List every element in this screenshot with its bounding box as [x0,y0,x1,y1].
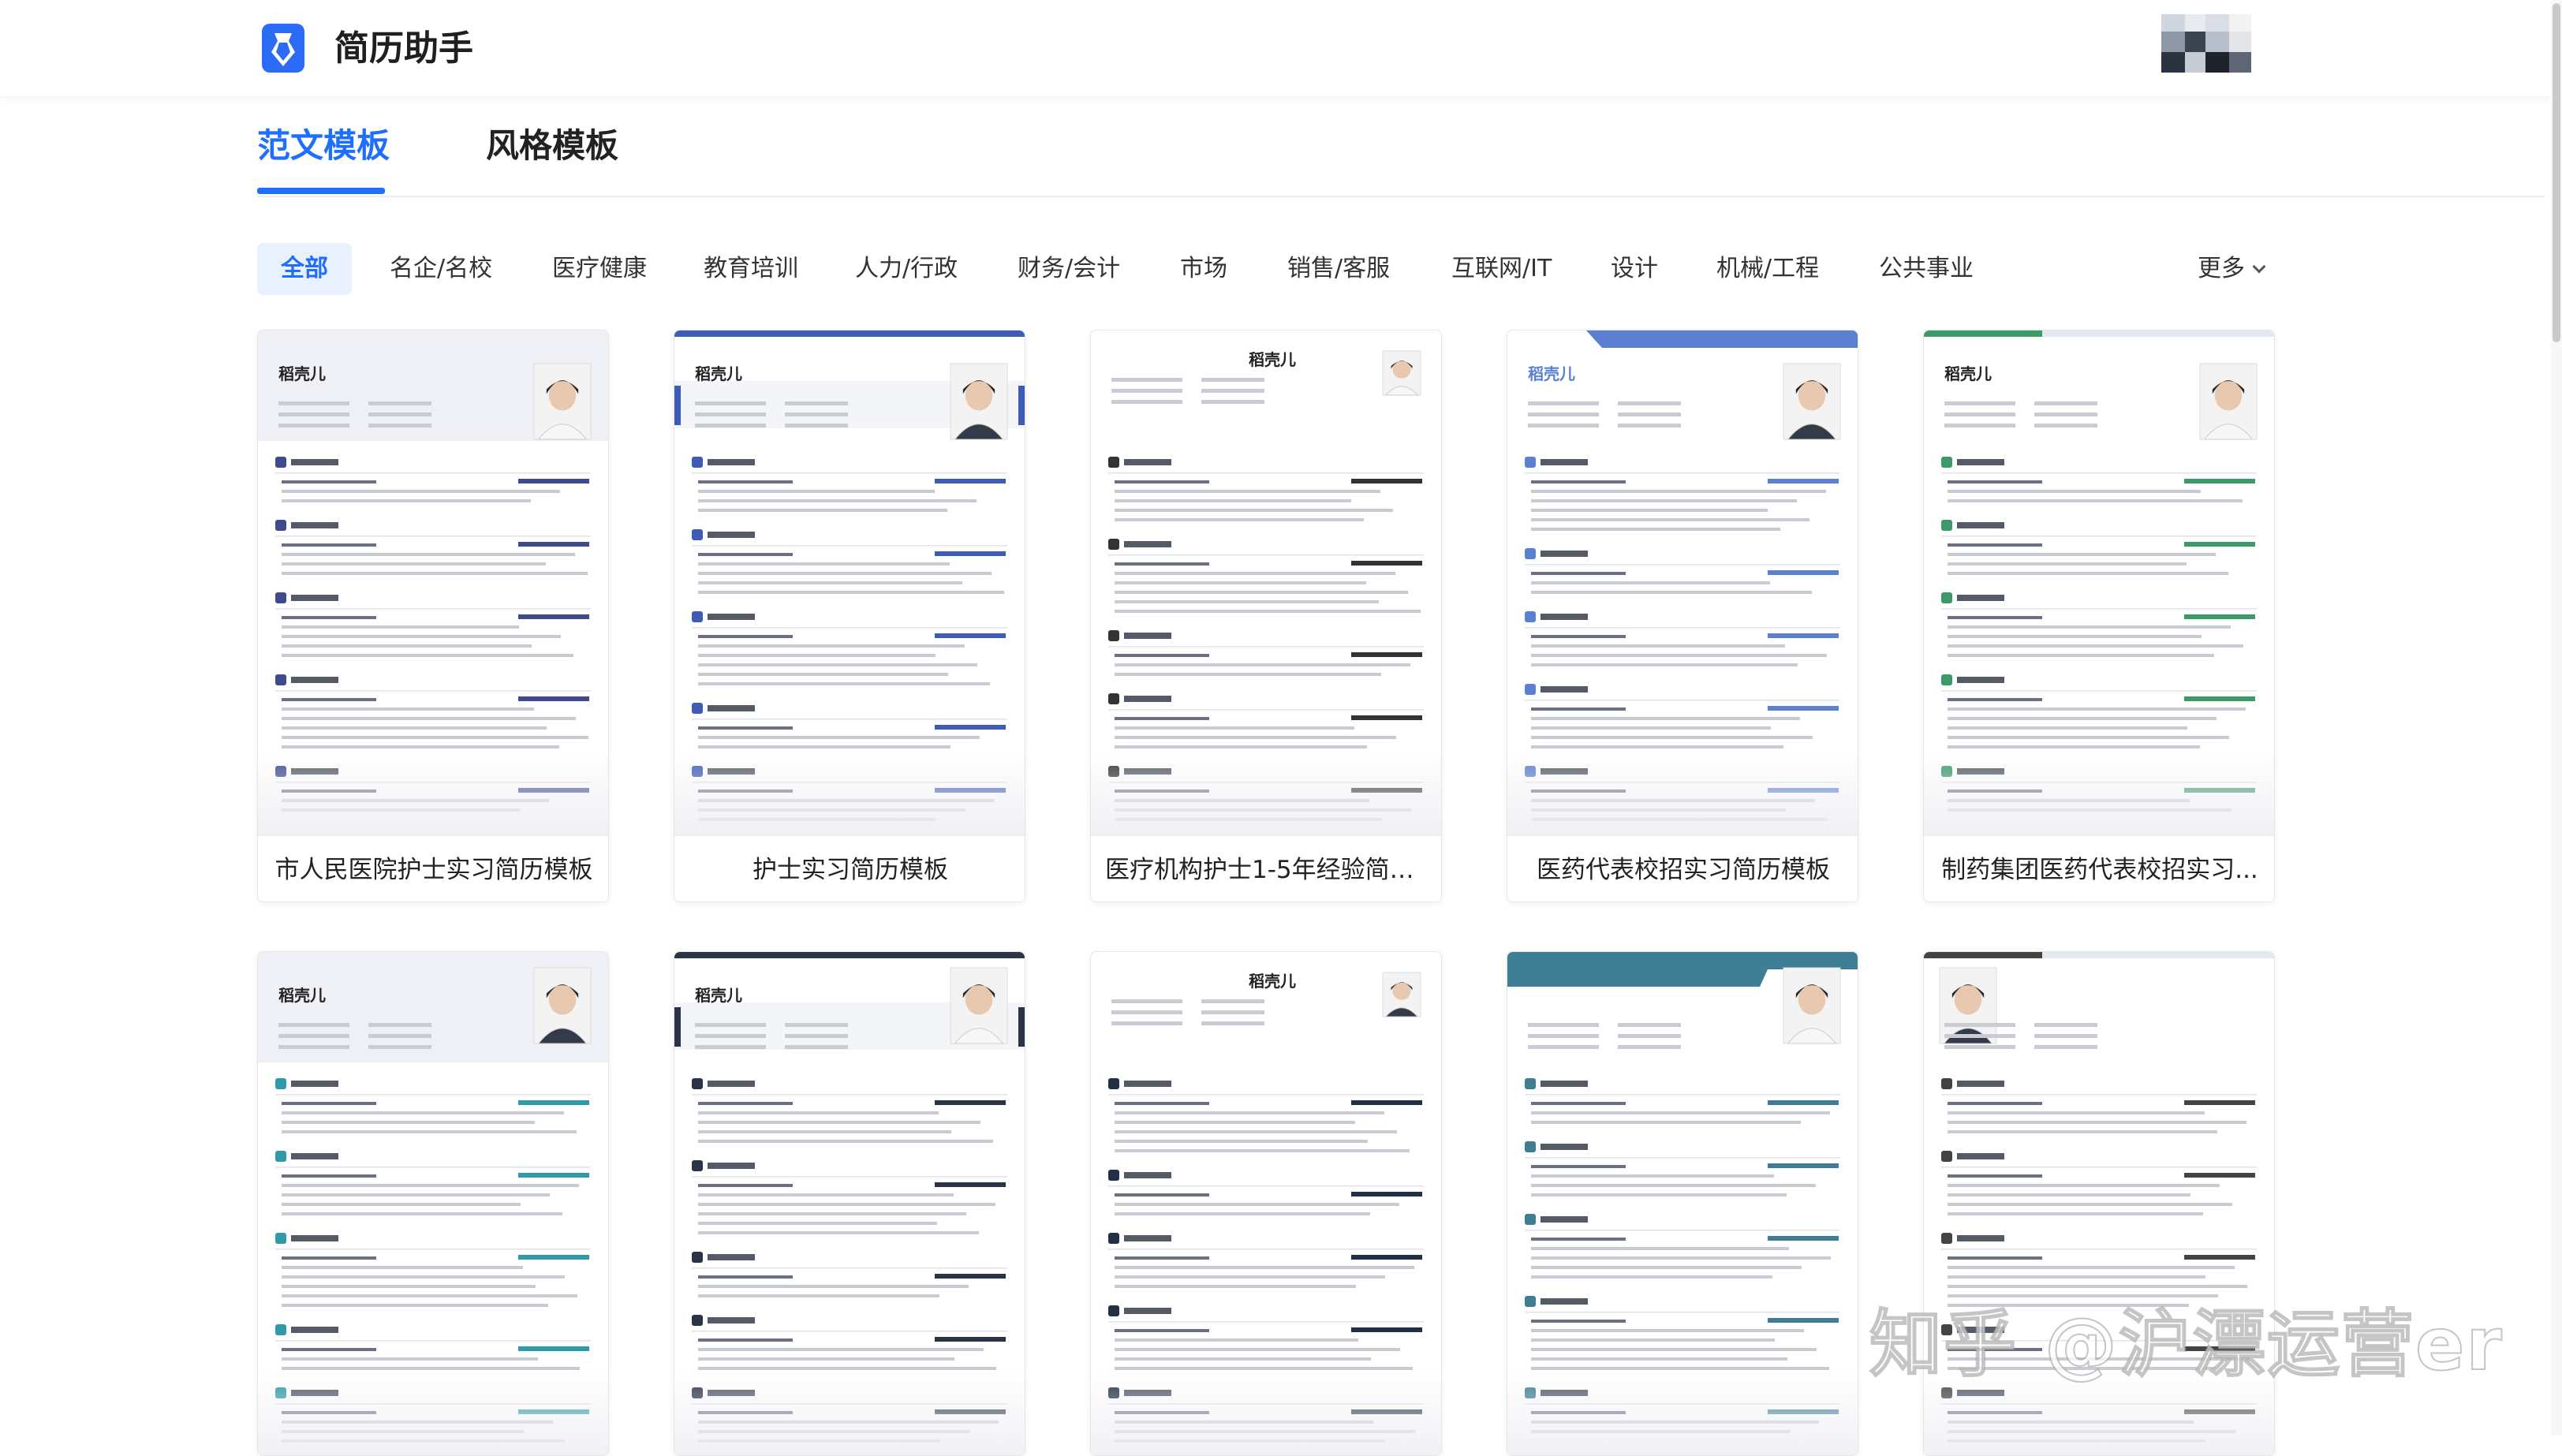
template-thumbnail: 稻壳儿 [1091,330,1441,835]
tab-style-templates[interactable]: 风格模板 [486,118,618,174]
thumbnail-fade [258,1370,608,1455]
more-label: 更多 [2198,255,2245,282]
category-public-service[interactable]: 公共事业 [1879,243,1974,295]
resume-photo [2199,363,2258,440]
resume-name: 稻壳儿 [1249,350,1296,369]
resume-photo [1783,967,1841,1044]
resume-photo [1382,972,1421,1017]
category-hr-admin[interactable]: 人力/行政 [855,243,958,295]
resume-name: 稻壳儿 [278,986,326,1005]
template-thumbnail: 稻壳儿 [1507,330,1858,835]
chevron-down-icon [2252,259,2266,274]
active-tab-underline [257,188,385,194]
template-thumbnail: 稻壳儿 [1507,952,1858,1455]
resume-name: 稻壳儿 [1528,986,1575,1005]
resume-photo [533,967,592,1044]
resume-photo [950,363,1008,440]
top-bar: 简历助手 [0,0,2562,96]
template-card[interactable]: 稻壳儿 [1507,951,1858,1456]
category-all[interactable]: 全部 [257,243,352,295]
template-title: 护士实习简历模板 [674,835,1025,902]
template-card[interactable]: 稻壳儿 制药集团医药代表校招实习... [1923,330,2275,902]
template-card[interactable]: 稻壳儿 [257,951,609,1456]
category-filter-bar: 全部 名企/名校 医疗健康 教育培训 人力/行政 财务/会计 市场 销售/客服 … [257,243,2276,295]
resume-photo [1939,967,1997,1044]
app-title: 简历助手 [334,28,473,69]
resume-photo [533,363,592,440]
template-title: 市人民医院护士实习简历模板 [258,835,608,902]
app-logo-icon[interactable] [260,22,306,74]
template-card[interactable]: 稻壳儿 [674,951,1025,1456]
template-card[interactable]: 稻壳儿 医药代表校招实习简历模板 [1507,330,1858,902]
category-education[interactable]: 教育培训 [704,243,798,295]
category-famous-companies[interactable]: 名企/名校 [390,243,492,295]
resume-name: 稻壳儿 [695,986,742,1005]
template-thumbnail: 稻壳儿 [674,952,1025,1455]
thumbnail-fade [258,749,608,835]
template-thumbnail: 稻壳儿 [1091,952,1441,1455]
template-thumbnail: 稻壳儿 [674,330,1025,835]
thumbnail-fade [1091,1370,1441,1455]
category-marketing[interactable]: 市场 [1180,243,1227,295]
thumbnail-fade [1507,749,1858,835]
category-design[interactable]: 设计 [1611,243,1658,295]
zhihu-watermark: 知乎 @沪漂运营er [1869,1301,2504,1387]
tab-sample-templates[interactable]: 范文模板 [257,118,390,174]
resume-name: 稻壳儿 [278,364,326,383]
template-card[interactable]: 稻壳儿 护士实习简历模板 [674,330,1025,902]
template-card[interactable]: 稻壳儿 医疗机构护士1-5年经验简历... [1090,330,1442,902]
resume-photo [1783,363,1841,440]
thumbnail-fade [1924,749,2274,835]
more-categories-button[interactable]: 更多 [2198,243,2266,295]
resume-name: 稻壳儿 [695,364,742,383]
template-card[interactable]: 稻壳儿 [1090,951,1442,1456]
category-internet-it[interactable]: 互联网/IT [1451,243,1552,295]
resume-name: 稻壳儿 [1944,364,1992,383]
template-thumbnail: 稻壳儿 [258,952,608,1455]
category-engineering[interactable]: 机械/工程 [1716,243,1819,295]
thumbnail-fade [1507,1370,1858,1455]
category-medical[interactable]: 医疗健康 [552,243,647,295]
template-thumbnail: 稻壳儿 [258,330,608,835]
template-thumbnail: 稻壳儿 [1924,330,2274,835]
resume-photo [950,967,1008,1044]
page-scrollbar-thumb[interactable] [2553,3,2560,342]
user-avatar[interactable] [2161,14,2254,73]
thumbnail-fade [1091,749,1441,835]
template-card[interactable]: 稻壳儿 市人民医院护士实习简历模板 [257,330,609,902]
resume-photo [1382,350,1421,396]
thumbnail-fade [674,1370,1025,1455]
main-tabs: 范文模板 风格模板 [257,118,2545,197]
category-finance[interactable]: 财务/会计 [1018,243,1120,295]
resume-name: 稻壳儿 [1249,972,1296,991]
thumbnail-fade [674,749,1025,835]
resume-name: 稻壳儿 [1528,364,1575,383]
template-title: 制药集团医药代表校招实习... [1924,835,2274,902]
template-title: 医疗机构护士1-5年经验简历... [1091,835,1441,902]
category-sales[interactable]: 销售/客服 [1287,243,1390,295]
template-title: 医药代表校招实习简历模板 [1507,835,1858,902]
